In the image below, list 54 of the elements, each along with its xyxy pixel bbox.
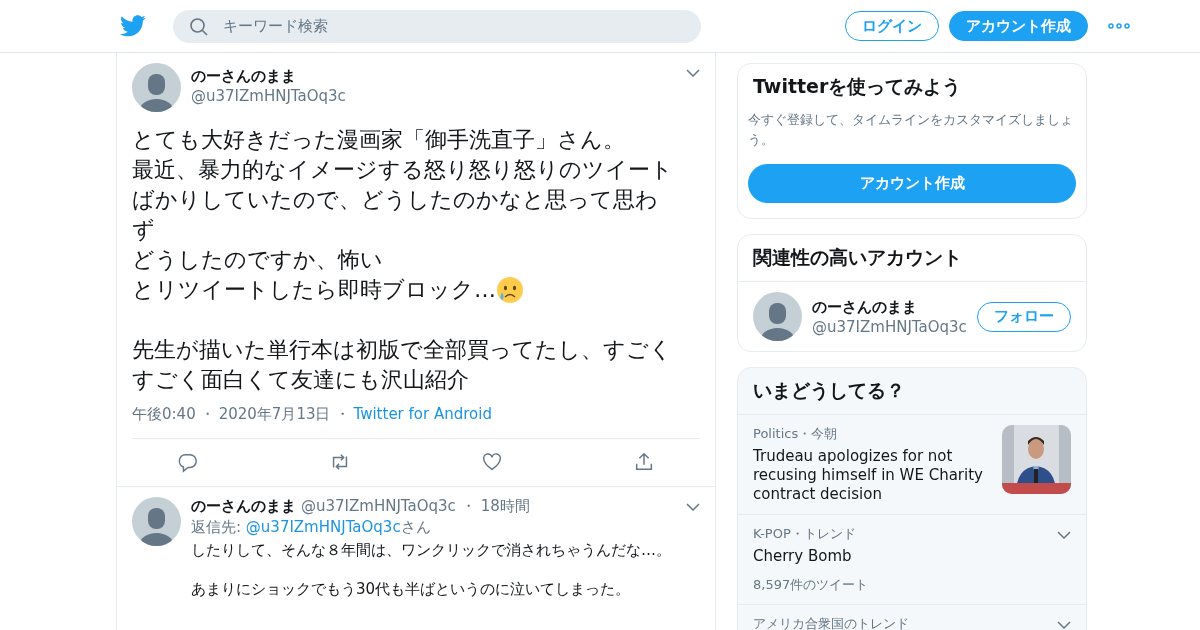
tweet-count: 8,597件のツイート xyxy=(753,576,870,594)
trend-headline[interactable]: Cherry Bomb xyxy=(753,547,1047,566)
share-icon[interactable] xyxy=(633,451,655,473)
card-title: Twitterを使ってみよう xyxy=(752,74,963,99)
reply-context: 返信先: @u37IZmHNJTaOq3cさん xyxy=(191,518,432,537)
mention-link[interactable]: @u37IZmHNJTaOq3c xyxy=(245,518,401,536)
chevron-icon[interactable] xyxy=(1057,621,1071,629)
follow-button[interactable]: フォロー xyxy=(977,301,1071,332)
dot-separator: ・ xyxy=(199,405,215,424)
signup-button[interactable]: アカウント作成 xyxy=(748,164,1076,203)
tweet-text-line: ず xyxy=(132,216,155,244)
chevron-icon[interactable] xyxy=(686,503,700,511)
chevron-icon[interactable] xyxy=(686,69,700,77)
tweet-text-line: 先生が描いた単行本は初版で全部買ってたし、すごく xyxy=(132,336,672,364)
tweet-text-line: とリツイートしたら即時ブロック… xyxy=(132,276,496,304)
tweet-text-line: すごく面白くて友達にも沢山紹介 xyxy=(132,366,469,394)
like-icon[interactable] xyxy=(481,451,503,473)
signup-button[interactable]: アカウント作成 xyxy=(949,11,1088,41)
search-field[interactable]: キーワード検索 xyxy=(173,9,701,43)
avatar[interactable] xyxy=(753,292,802,341)
tweet-age: 18時間 xyxy=(480,497,530,516)
trend-heading: アメリカ合衆国のトレンド xyxy=(753,615,910,630)
user-name[interactable]: のーさんのまま xyxy=(812,297,967,317)
chevron-icon[interactable] xyxy=(1057,531,1071,539)
tweet-text-line: あまりにショックでもう30代も半ばというのに泣いてしまった。 xyxy=(191,579,632,599)
more-icon[interactable] xyxy=(1108,23,1130,29)
avatar[interactable] xyxy=(132,497,181,546)
trend-category: K-POP・トレンド xyxy=(753,525,857,543)
card-title: 関連性の高いアカウント xyxy=(752,245,963,270)
trend-category: Politics・今朝 xyxy=(753,425,839,443)
user-name[interactable]: のーさんのまま xyxy=(191,67,676,86)
bird-logo-icon[interactable] xyxy=(120,15,146,37)
user-handle[interactable]: @u37IZmHNJTaOq3c xyxy=(301,497,456,515)
dot-separator: ・ xyxy=(334,405,350,424)
card-title: いまどうしてる？ xyxy=(752,378,906,403)
tweet-date: 2020年7月13日 xyxy=(218,405,331,424)
tweet-text-line: 最近、暴力的なイメージする怒り怒り怒りのツイート xyxy=(132,156,673,184)
dot-separator: ・ xyxy=(460,497,476,515)
tweet-text-line: ばかりしていたので、どうしたのかなと思って思わ xyxy=(132,186,658,214)
login-button[interactable]: ログイン xyxy=(845,11,939,41)
search-icon xyxy=(190,17,208,36)
reply-icon[interactable] xyxy=(177,451,199,473)
tweet-text-line: したりして、そんな８年間は、ワンクリックで消されちゃうんだな…。 xyxy=(191,540,672,560)
source-link[interactable]: Twitter for Android xyxy=(353,405,492,424)
tweet-time: 午後0:40 xyxy=(132,405,196,424)
tweet-text-line: どうしたのですか、怖い xyxy=(132,246,383,274)
crying-face-icon xyxy=(496,276,524,304)
trend-headline[interactable]: Trudeau apologizes for not recusing himself in WE Charity contract decision xyxy=(753,447,992,504)
avatar[interactable] xyxy=(132,63,181,112)
user-name[interactable]: のーさんのまま xyxy=(191,497,296,516)
user-handle[interactable]: @u37IZmHNJTaOq3c xyxy=(191,87,676,105)
user-handle[interactable]: @u37IZmHNJTaOq3c xyxy=(812,317,967,336)
card-text: 今すぐ登録して、タイムラインをカスタマイズしましょう。 xyxy=(747,111,1074,149)
tweet-text-line: とても大好きだった漫画家「御手洗直子」さん。 xyxy=(132,126,625,154)
